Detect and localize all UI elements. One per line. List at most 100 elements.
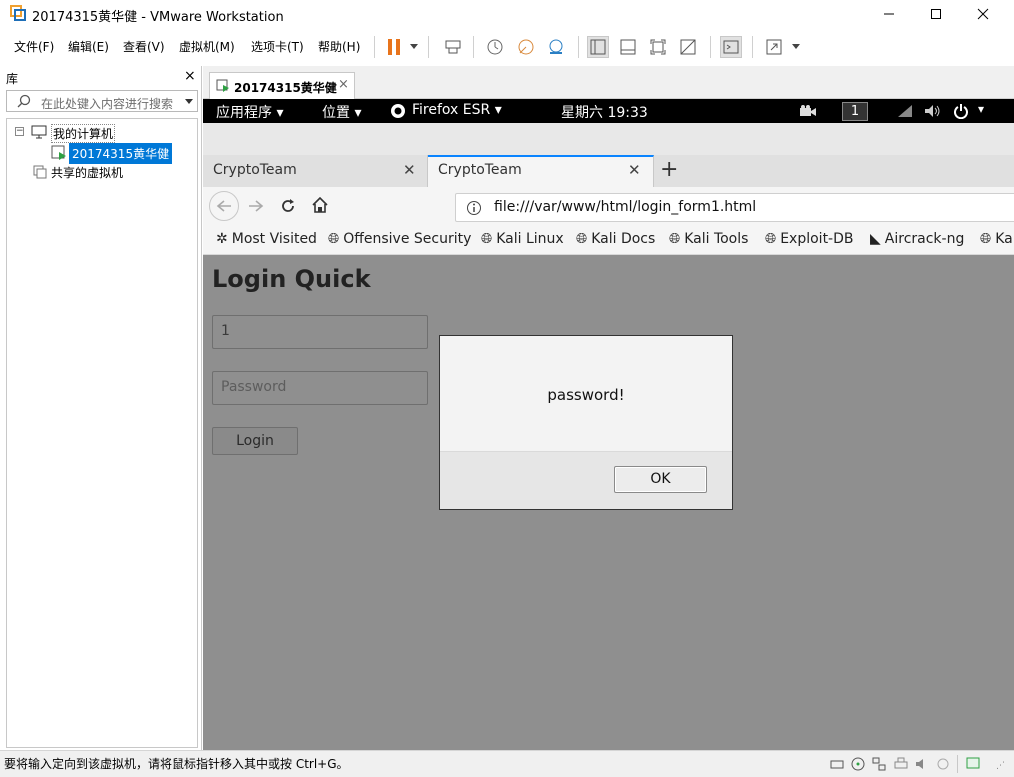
power-icon[interactable] — [953, 103, 969, 119]
fullscreen-icon[interactable] — [763, 36, 785, 58]
firefox-navbar: file:///var/www/html/login_form1.html — [203, 187, 1014, 227]
username-input[interactable]: 1 — [212, 315, 428, 349]
printer-icon[interactable] — [894, 757, 908, 771]
toolbar-separator — [428, 36, 429, 58]
computer-icon — [31, 125, 47, 139]
url-bar[interactable]: file:///var/www/html/login_form1.html — [455, 193, 1014, 222]
bookmark-item[interactable]: 🌐︎ Ka — [980, 231, 1013, 247]
menu-tabs[interactable]: 选项卡(T) — [251, 38, 304, 55]
volume-icon[interactable] — [924, 104, 942, 118]
console-view-icon[interactable] — [720, 36, 742, 58]
library-search-input[interactable]: 在此处键入内容进行搜索 — [6, 90, 198, 112]
library-close-icon[interactable]: × — [184, 68, 196, 84]
menu-help[interactable]: 帮助(H) — [318, 38, 360, 55]
close-tab-icon[interactable]: ✕ — [403, 161, 416, 179]
applications-menu[interactable]: 应用程序 ▾ — [216, 102, 283, 122]
bookmark-most-visited[interactable]: ✲ Most Visited — [216, 231, 317, 247]
unity-icon[interactable] — [677, 36, 699, 58]
reload-icon[interactable] — [280, 198, 296, 214]
page-content: Login Quick 1 Password Login password! O… — [203, 255, 1014, 750]
minimize-button[interactable] — [866, 0, 912, 28]
bookmark-label: Most Visited — [231, 231, 317, 247]
fit-guest-icon[interactable] — [647, 36, 669, 58]
close-button[interactable] — [960, 0, 1006, 28]
places-menu[interactable]: 位置 ▾ — [322, 102, 361, 122]
toolbar-separator — [578, 36, 579, 58]
clock[interactable]: 星期六 19:33 — [561, 102, 648, 122]
globe-icon: 🌐︎ — [980, 231, 992, 247]
info-icon[interactable] — [466, 200, 482, 216]
bookmark-label: Kali Tools — [684, 231, 749, 247]
globe-icon: 🌐︎ — [481, 231, 493, 247]
video-camera-icon — [799, 104, 817, 118]
menu-file[interactable]: 文件(F) — [14, 38, 54, 55]
maximize-button[interactable] — [913, 0, 959, 28]
ok-button[interactable]: OK — [614, 466, 707, 493]
revert-snapshot-icon[interactable] — [515, 36, 537, 58]
system-menu-caret[interactable]: ▾ — [978, 102, 984, 116]
bookmark-item[interactable]: 🌐︎ Kali Docs — [576, 231, 655, 247]
bookmark-item[interactable]: 🌐︎ Exploit-DB — [765, 231, 854, 247]
firefox-tab[interactable]: CryptoTeam ✕ — [203, 155, 428, 187]
tree-shared-vms[interactable]: 共享的虚拟机 — [51, 164, 123, 181]
bookmark-label: Kali Linux — [496, 231, 564, 247]
snapshot-icon[interactable] — [484, 36, 506, 58]
tree-vm-item[interactable]: 20174315黄华健 — [69, 143, 173, 164]
firefox-tab-active[interactable]: CryptoTeam ✕ — [428, 155, 654, 187]
places-label: 位置 — [322, 105, 350, 121]
workspace-indicator[interactable]: 1 — [842, 102, 868, 121]
network-adapter-icon[interactable] — [872, 757, 886, 771]
toolbar-separator — [752, 36, 753, 58]
sound-card-icon[interactable] — [915, 757, 929, 771]
vm-tab[interactable]: 20174315黄华健 × — [209, 72, 355, 99]
bookmark-item[interactable]: ◣ Aircrack-ng — [870, 231, 964, 247]
menu-vm[interactable]: 虚拟机(M) — [179, 38, 235, 55]
toolbar-separator — [374, 36, 375, 58]
firefox-titlebar — [203, 123, 1014, 155]
cd-rom-icon[interactable] — [851, 757, 865, 771]
bookmark-item[interactable]: 🌐︎ Kali Tools — [669, 231, 748, 247]
library-tree: − 我的计算机 20174315黄华健 共享的虚拟机 — [6, 118, 198, 748]
login-button[interactable]: Login — [212, 427, 298, 455]
alert-message: password! — [547, 386, 625, 404]
thumbnail-view-icon[interactable] — [617, 36, 639, 58]
bookmark-item[interactable]: 🌐︎ Offensive Security — [328, 231, 471, 247]
network-icon[interactable] — [897, 104, 913, 118]
search-dropdown-caret[interactable] — [185, 99, 193, 104]
fullscreen-dropdown-caret[interactable] — [792, 44, 800, 49]
snapshot-manager-icon[interactable] — [545, 36, 567, 58]
status-bar: 要将输入定向到该虚拟机，请将鼠标指针移入其中或按 Ctrl+G。 ⋰ — [0, 750, 1014, 777]
back-button[interactable] — [209, 191, 239, 221]
usb-icon[interactable] — [936, 757, 950, 771]
forward-icon[interactable] — [248, 199, 264, 213]
new-tab-button[interactable]: + — [660, 157, 678, 182]
menu-edit[interactable]: 编辑(E) — [68, 38, 109, 55]
close-tab-icon[interactable]: ✕ — [628, 161, 641, 179]
firefox-app-menu[interactable]: Firefox ESR ▾ — [412, 102, 502, 118]
library-header: 库 — [6, 72, 19, 86]
collapse-icon[interactable]: − — [15, 127, 24, 136]
bookmark-label: Kali Docs — [591, 231, 656, 247]
page-title: Login Quick — [212, 265, 371, 293]
menu-view[interactable]: 查看(V) — [123, 38, 165, 55]
toolbar-separator — [473, 36, 474, 58]
hard-disk-icon[interactable] — [830, 757, 844, 771]
password-input[interactable]: Password — [212, 371, 428, 405]
firefox-window: CryptoTeam ✕ CryptoTeam ✕ + file:///var/… — [203, 123, 1014, 750]
resize-grip-icon[interactable]: ⋰ — [996, 761, 1005, 771]
shared-vm-icon — [33, 165, 47, 179]
vm-icon — [51, 145, 67, 161]
vm-tab-close-icon[interactable]: × — [338, 77, 349, 92]
message-log-icon[interactable] — [966, 757, 980, 771]
send-keys-icon[interactable] — [442, 36, 464, 58]
tree-my-computer[interactable]: 我的计算机 — [51, 124, 116, 143]
guest-screen[interactable]: 应用程序 ▾ 位置 ▾ Firefox ESR ▾ 星期六 19:33 1 ▾ … — [203, 99, 1014, 750]
pause-icon[interactable] — [383, 36, 405, 58]
bookmark-label: Ka — [995, 231, 1013, 247]
search-placeholder: 在此处键入内容进行搜索 — [41, 97, 174, 111]
bookmark-item[interactable]: 🌐︎ Kali Linux — [481, 231, 564, 247]
library-view-icon[interactable] — [587, 36, 609, 58]
home-icon[interactable] — [312, 197, 328, 213]
vmware-app-icon — [10, 5, 26, 21]
pause-dropdown-caret[interactable] — [410, 44, 418, 49]
